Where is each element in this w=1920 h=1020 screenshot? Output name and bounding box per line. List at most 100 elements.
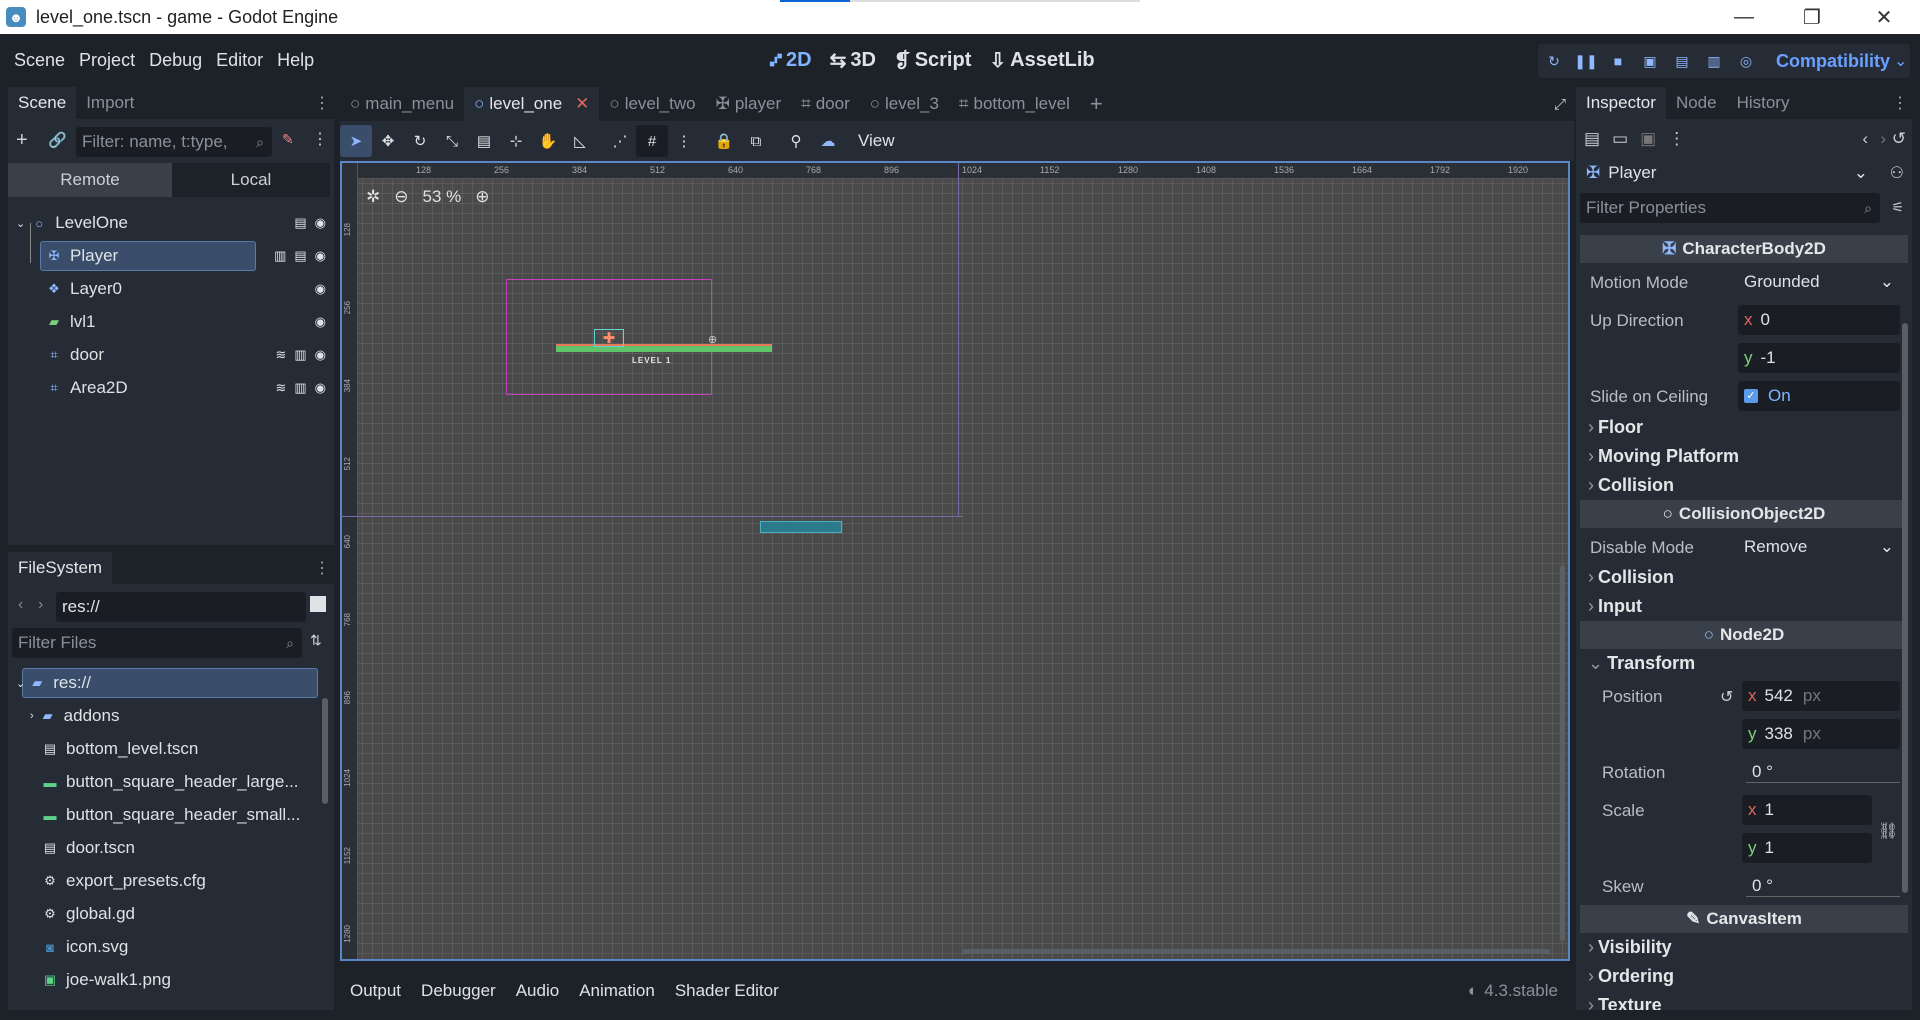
forward-icon[interactable]: › <box>38 596 43 614</box>
maximize-button[interactable]: ❐ <box>1784 0 1840 34</box>
tree-node-lvl1[interactable]: ▰ lvl1 ◉ <box>8 307 334 337</box>
scene-instance-icon[interactable]: ▥ <box>294 380 306 396</box>
history-back-icon[interactable]: ‹ <box>1862 129 1868 149</box>
more-options-icon[interactable]: ⋮ <box>1668 129 1685 149</box>
camera-override-icon[interactable]: ☁ <box>812 125 844 157</box>
group-icon[interactable]: ⧉ <box>740 125 772 157</box>
up-direction-y-field[interactable]: y -1 <box>1738 343 1900 373</box>
tab-level-two[interactable]: ○ level_two <box>599 87 705 121</box>
chevron-right-icon[interactable]: › <box>30 710 34 722</box>
scale-x-field[interactable]: x1 <box>1742 795 1872 825</box>
history-forward-icon[interactable]: › <box>1880 129 1886 149</box>
dock-menu-icon[interactable]: ⋮ <box>1892 93 1908 113</box>
script-attach-icon[interactable]: ✎ <box>282 131 294 148</box>
view-menu[interactable]: View <box>858 131 895 151</box>
tab-door[interactable]: ⌗ door <box>791 87 860 121</box>
link-scale-icon[interactable]: ⛓ <box>1878 821 1898 841</box>
tree-node-levelone[interactable]: ⌄ ○ LevelOne ▤ ◉ <box>8 208 334 238</box>
scrollbar[interactable] <box>322 698 328 804</box>
tab-history[interactable]: History <box>1727 87 1800 119</box>
mode-2d-button[interactable]: ⑇ 2D <box>770 49 812 72</box>
group-moving-platform[interactable]: › Moving Platform <box>1588 446 1739 467</box>
scene-instance-icon[interactable]: ▥ <box>294 347 306 363</box>
mode-3d-button[interactable]: ⇆ 3D <box>830 48 876 73</box>
eye-icon[interactable]: ◉ <box>315 314 326 330</box>
section-canvasitem[interactable]: ✎ CanvasItem <box>1580 905 1908 933</box>
tree-node-layer0[interactable]: ❖ Layer0 ◉ <box>8 274 334 304</box>
movie-maker-icon[interactable]: ◎ <box>1730 53 1762 70</box>
zoom-out-icon[interactable]: ⊖ <box>394 187 408 207</box>
script-icon[interactable]: ▤ <box>294 215 306 231</box>
file-row[interactable]: ◙ icon.svg <box>8 932 334 962</box>
section-node2d[interactable]: ○ Node2D <box>1580 621 1908 649</box>
scene-menu-icon[interactable]: ⋮ <box>312 129 328 149</box>
position-x-field[interactable]: x 542 px <box>1742 681 1900 711</box>
tab-level-one[interactable]: ○ level_one ✕ <box>464 87 600 121</box>
signal-icon[interactable]: ≋ <box>275 380 286 396</box>
tab-scene[interactable]: Scene <box>8 87 77 119</box>
stop-icon[interactable]: ■ <box>1602 53 1634 69</box>
file-row[interactable]: ▤ door.tscn <box>8 833 334 863</box>
menu-help[interactable]: Help <box>270 50 321 71</box>
tab-debugger[interactable]: Debugger <box>411 981 506 1001</box>
group-texture[interactable]: › Texture <box>1588 995 1662 1010</box>
skew-slider[interactable]: 0 ° <box>1746 871 1900 901</box>
dock-menu-icon[interactable]: ⋮ <box>314 558 330 578</box>
move-tool-icon[interactable]: ✥ <box>372 125 404 157</box>
mode-assetlib-button[interactable]: ⇩ AssetLib <box>989 48 1094 73</box>
ruler-tool-icon[interactable]: ◺ <box>564 125 596 157</box>
tab-level-3[interactable]: ○ level_3 <box>860 87 949 121</box>
distraction-free-icon[interactable]: ⤢ <box>1554 96 1566 113</box>
tab-import[interactable]: Import <box>76 87 144 119</box>
eye-icon[interactable]: ◉ <box>315 215 326 231</box>
vertical-scrollbar[interactable] <box>1560 565 1565 941</box>
file-row[interactable]: ▬ button_square_header_small... <box>8 800 334 830</box>
group-input[interactable]: › Input <box>1588 596 1642 617</box>
group-collision[interactable]: › Collision <box>1588 567 1674 588</box>
dock-menu-icon[interactable]: ⋮ <box>314 93 330 113</box>
file-row[interactable]: ⚙ global.gd <box>8 899 334 929</box>
split-view-icon[interactable] <box>310 596 326 612</box>
pivot-tool-icon[interactable]: ⊹ <box>500 125 532 157</box>
object-selector[interactable]: ✠ Player ⌄ <box>1580 157 1876 189</box>
group-transform[interactable]: ⌄ Transform <box>1588 653 1695 674</box>
file-filter-input[interactable]: Filter Files ⌕ <box>12 628 302 658</box>
tab-shader-editor[interactable]: Shader Editor <box>665 981 789 1001</box>
filter-properties-input[interactable]: Filter Properties ⌕ <box>1580 193 1880 223</box>
file-row[interactable]: ▬ button_square_header_large... <box>8 767 334 797</box>
tab-player[interactable]: ✠ player <box>706 87 792 121</box>
chevron-down-icon[interactable]: ⌄ <box>16 217 25 230</box>
notification-icon[interactable]: ◖ <box>1466 981 1476 1000</box>
object-docs-icon[interactable]: ⚇ <box>1890 163 1904 183</box>
position-y-field[interactable]: y 338 px <box>1742 719 1900 749</box>
file-row-addons[interactable]: › ▰ addons <box>8 701 334 731</box>
section-collisionobject2d[interactable]: ○ CollisionObject2D <box>1580 500 1908 528</box>
open-folder-icon[interactable]: ▭ <box>1612 129 1628 149</box>
zoom-level[interactable]: 53 % <box>423 187 462 207</box>
menu-project[interactable]: Project <box>72 50 142 71</box>
eye-icon[interactable]: ◉ <box>315 281 326 297</box>
bone-icon[interactable]: ⚲ <box>780 125 812 157</box>
minimize-button[interactable]: — <box>1716 0 1772 34</box>
grid-snap-icon[interactable]: # <box>636 125 668 157</box>
center-view-icon[interactable]: ✲ <box>366 187 380 207</box>
tab-bottom-level[interactable]: ⌗ bottom_level <box>949 87 1080 121</box>
file-row[interactable]: ⚙ export_presets.cfg <box>8 866 334 896</box>
play-scene-icon[interactable]: ▤ <box>1666 53 1698 70</box>
reload-icon[interactable]: ↻ <box>1538 53 1570 70</box>
selectable-tool-icon[interactable]: ▤ <box>468 125 500 157</box>
rotation-slider[interactable]: 0 ° <box>1746 757 1900 787</box>
save-icon[interactable]: ▣ <box>1640 129 1656 149</box>
add-tab-button[interactable]: + <box>1080 87 1113 121</box>
motion-mode-dropdown[interactable]: Grounded ⌄ <box>1738 267 1900 297</box>
file-row[interactable]: ▤ bottom_level.tscn <box>8 734 334 764</box>
mode-script-button[interactable]: ❡ Script <box>894 48 971 73</box>
remote-tab[interactable]: Remote <box>8 163 172 197</box>
chevron-down-icon[interactable]: ⌄ <box>16 677 25 690</box>
slide-on-ceiling-checkbox[interactable]: ✓ On <box>1738 381 1900 411</box>
sort-icon[interactable]: ⇅ <box>310 632 322 649</box>
snap-options-icon[interactable]: ⋮ <box>668 125 700 157</box>
eye-icon[interactable]: ◉ <box>315 380 326 396</box>
lock-icon[interactable]: 🔒 <box>708 125 740 157</box>
section-characterbody2d[interactable]: ✠ CharacterBody2D <box>1580 235 1908 263</box>
